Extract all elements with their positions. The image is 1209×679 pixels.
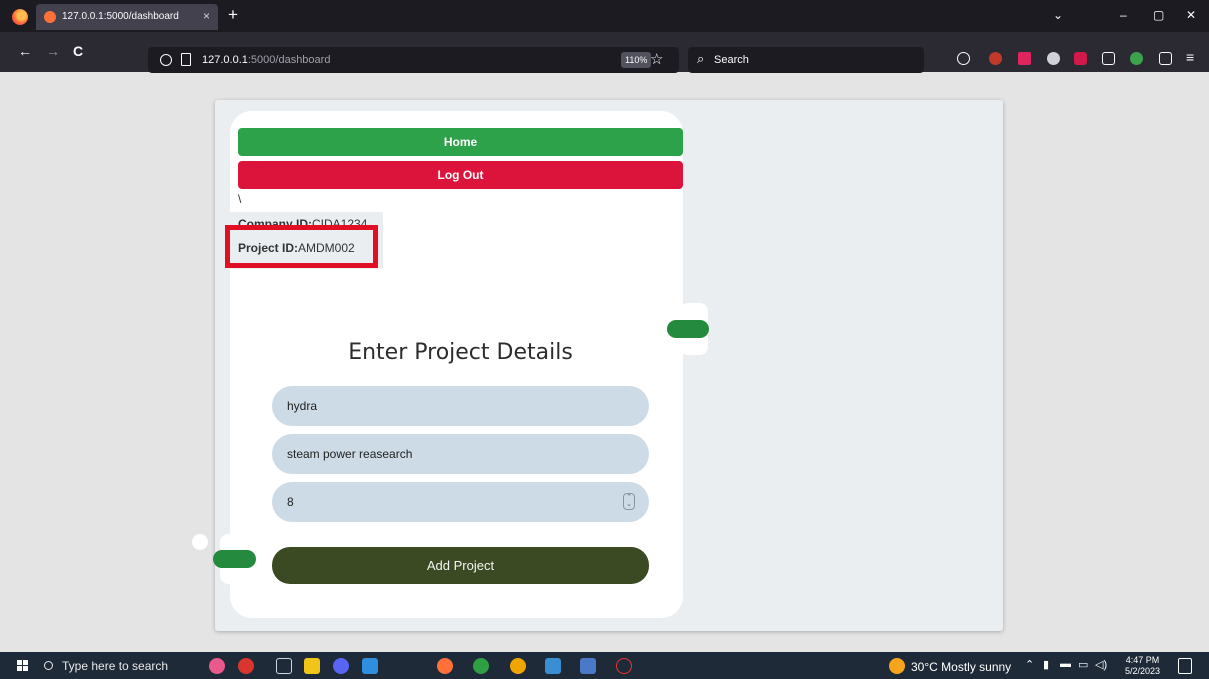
clock-date: 5/2/2023 — [1125, 666, 1161, 676]
extension-icon[interactable] — [1074, 52, 1087, 65]
form-title: Enter Project Details — [348, 340, 573, 365]
page-info-icon[interactable] — [181, 53, 191, 66]
address-bar[interactable]: 127.0.0.1:5000/dashboard 110% ☆ — [148, 47, 679, 73]
decorative-dot — [192, 534, 208, 550]
company-id-value: CIDA1234 — [312, 217, 368, 225]
stray-text: \ — [238, 192, 242, 206]
tray-app-icon[interactable]: ▮ — [1043, 658, 1049, 671]
extensions-puzzle-icon[interactable] — [1159, 52, 1172, 65]
widgets-icon[interactable] — [238, 658, 254, 674]
forward-button[interactable]: → — [46, 43, 60, 59]
minimize-button[interactable]: – — [1120, 8, 1127, 22]
tracking-shield-icon[interactable] — [160, 54, 172, 66]
company-id: Company ID:CIDA1234 — [238, 216, 367, 225]
reload-button[interactable]: C — [73, 43, 83, 59]
volume-icon[interactable]: ◁) — [1095, 658, 1107, 671]
project-description-input[interactable]: steam power reasearch — [272, 434, 649, 474]
number-spinner-icon[interactable]: ⌃ ⌄ — [623, 493, 635, 510]
extension-icon[interactable] — [1047, 52, 1060, 65]
task-view-icon[interactable] — [276, 658, 292, 674]
network-icon[interactable]: ▭ — [1078, 658, 1088, 671]
project-number-value: 8 — [287, 495, 294, 509]
windows-start-icon[interactable] — [17, 660, 28, 671]
tab-list-icon[interactable]: ⌄ — [1053, 8, 1063, 22]
tab-strip: 127.0.0.1:5000/dashboard × + ⌄ – ▢ ✕ — [0, 0, 1209, 32]
add-project-button[interactable]: Add Project — [272, 547, 649, 584]
taskbar-search[interactable]: Type here to search — [44, 659, 168, 673]
url-path: :5000/dashboard — [247, 54, 331, 66]
app-icon[interactable] — [473, 658, 489, 674]
weather-icon[interactable] — [889, 658, 905, 674]
app-icon[interactable] — [616, 658, 632, 674]
file-explorer-icon[interactable] — [304, 658, 320, 674]
app-icon[interactable] — [510, 658, 526, 674]
chevron-up-icon[interactable]: ⌃ — [1025, 658, 1034, 671]
favicon-icon — [44, 11, 56, 23]
widgets-icon[interactable] — [209, 658, 225, 674]
project-number-input[interactable]: 8 ⌃ ⌄ — [272, 482, 649, 522]
company-id-label: Company ID: — [238, 217, 313, 225]
search-icon — [44, 661, 53, 670]
tab-dashboard[interactable]: 127.0.0.1:5000/dashboard × — [36, 4, 218, 30]
home-button[interactable]: Home — [238, 128, 683, 156]
logout-button[interactable]: Log Out — [238, 161, 683, 189]
clock-time: 4:47 PM — [1125, 655, 1160, 665]
tab-title: 127.0.0.1:5000/dashboard — [62, 11, 179, 22]
project-name-input[interactable]: hydra — [272, 386, 649, 426]
clock[interactable]: 4:47 PM 5/2/2023 — [1125, 655, 1160, 677]
project-description-value: steam power reasearch — [287, 447, 413, 461]
menu-icon[interactable]: ≡ — [1186, 49, 1194, 65]
pocket-icon[interactable] — [957, 52, 970, 65]
app-icon[interactable] — [580, 658, 596, 674]
decorative-pill — [213, 550, 256, 568]
search-bar[interactable]: ⌕ Search — [688, 47, 924, 73]
app-icon[interactable] — [545, 658, 561, 674]
new-tab-button[interactable]: + — [228, 6, 238, 24]
weather-text[interactable]: 30°C Mostly sunny — [911, 660, 1011, 674]
bookmark-star-icon[interactable]: ☆ — [650, 50, 663, 68]
firefox-icon[interactable] — [437, 658, 453, 674]
back-button[interactable]: ← — [18, 43, 32, 59]
extension-icon[interactable] — [1102, 52, 1115, 65]
search-placeholder: Search — [714, 54, 749, 66]
annotation-highlight-box — [225, 225, 378, 268]
decorative-pill — [667, 320, 709, 338]
vscode-icon[interactable] — [362, 658, 378, 674]
zoom-indicator[interactable]: 110% — [621, 52, 652, 68]
close-tab-icon[interactable]: × — [203, 9, 210, 23]
extension-icon[interactable] — [1018, 52, 1031, 65]
notification-icon[interactable] — [1178, 658, 1192, 674]
extension-icon[interactable] — [1130, 52, 1143, 65]
taskbar-search-placeholder: Type here to search — [62, 659, 169, 673]
search-icon: ⌕ — [697, 51, 705, 66]
discord-icon[interactable] — [333, 658, 349, 674]
extension-icon[interactable] — [989, 52, 1002, 65]
project-name-value: hydra — [287, 399, 318, 413]
url-host: 127.0.0.1 — [202, 54, 248, 66]
restore-button[interactable]: ▢ — [1153, 8, 1164, 22]
battery-icon[interactable]: ▬ — [1060, 658, 1071, 670]
close-window-button[interactable]: ✕ — [1186, 8, 1196, 22]
firefox-logo-icon[interactable] — [12, 9, 28, 25]
url-text[interactable]: 127.0.0.1:5000/dashboard — [202, 54, 330, 66]
